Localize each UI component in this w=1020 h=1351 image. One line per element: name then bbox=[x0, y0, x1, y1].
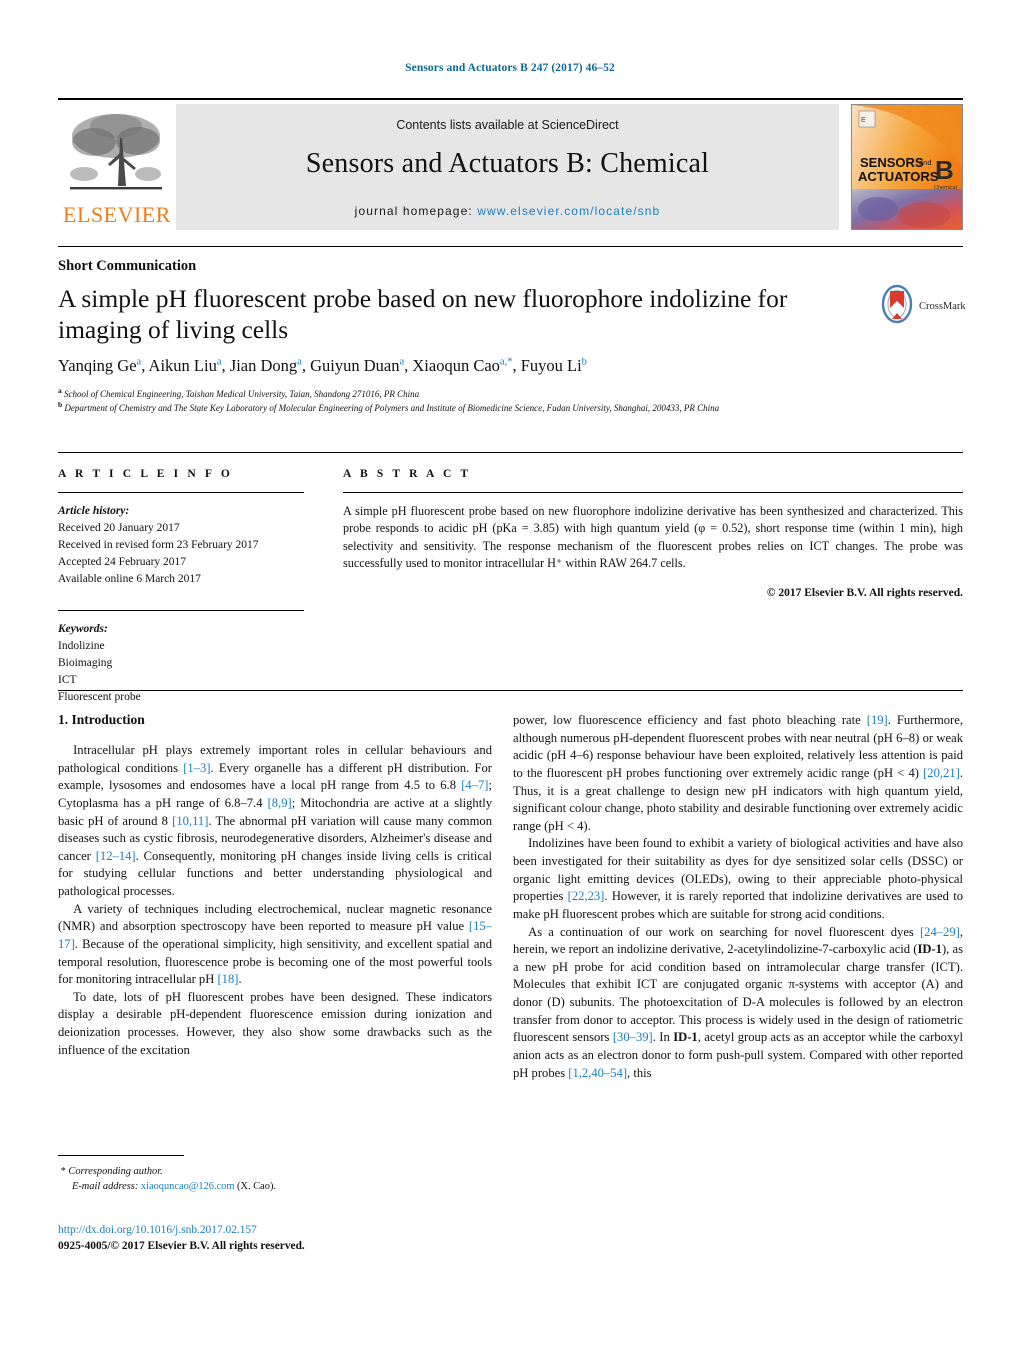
section-heading-introduction: 1. Introduction bbox=[58, 712, 145, 727]
corresponding-marker: * bbox=[60, 1166, 66, 1177]
abstract-rule bbox=[343, 492, 963, 493]
crossmark-label: CrossMark bbox=[919, 300, 966, 312]
email-label: E-mail address: bbox=[72, 1181, 139, 1193]
paragraph: Intracellular pH plays extremely importa… bbox=[58, 743, 493, 898]
contents-available-line: Contents lists available at ScienceDirec… bbox=[176, 118, 839, 132]
page-title: A simple pH fluorescent probe based on n… bbox=[58, 284, 788, 345]
affiliation-a-text: School of Chemical Engineering, Taishan … bbox=[64, 389, 420, 399]
doi-footer: http://dx.doi.org/10.1016/j.snb.2017.02.… bbox=[58, 1222, 498, 1254]
paragraph: A variety of techniques including electr… bbox=[58, 901, 492, 987]
keyword-item: Bioimaging bbox=[58, 657, 113, 670]
article-type-label: Short Communication bbox=[58, 258, 197, 274]
abstract-text: A simple pH fluorescent probe based on n… bbox=[343, 504, 963, 571]
doi-link[interactable]: http://dx.doi.org/10.1016/j.snb.2017.02.… bbox=[58, 1222, 498, 1238]
homepage-prefix: journal homepage: bbox=[354, 204, 473, 218]
svg-text:and: and bbox=[919, 158, 932, 167]
svg-text:Chemical: Chemical bbox=[934, 185, 957, 191]
article-history-label: Article history: bbox=[58, 505, 130, 517]
crossmark-badge[interactable]: CrossMark bbox=[880, 280, 972, 332]
running-head: Sensors and Actuators B 247 (2017) 46–52 bbox=[405, 62, 615, 74]
journal-homepage-link[interactable]: www.elsevier.com/locate/snb bbox=[477, 204, 660, 218]
paper-page: Sensors and Actuators B 247 (2017) 46–52 bbox=[0, 0, 1020, 1351]
article-history-block: Article history: Received 20 January 201… bbox=[58, 503, 304, 588]
keywords-label: Keywords: bbox=[58, 623, 108, 636]
article-info-heading: A R T I C L E I N F O bbox=[58, 468, 233, 480]
journal-title: Sensors and Actuators B: Chemical bbox=[305, 148, 710, 179]
keyword-item: Indolizine bbox=[58, 640, 105, 653]
journal-homepage-line: journal homepage: www.elsevier.com/locat… bbox=[176, 204, 839, 218]
journal-masthead: ELSEVIER Contents lists available at Sci… bbox=[58, 98, 963, 230]
footnote-body: * Corresponding author. E-mail address: … bbox=[58, 1164, 492, 1195]
paragraph: As a continuation of our work on searchi… bbox=[513, 924, 964, 1080]
abstract-heading: A B S T R A C T bbox=[343, 468, 472, 480]
affiliation-a: a School of Chemical Engineering, Taisha… bbox=[58, 386, 420, 399]
sciencedirect-link[interactable]: ScienceDirect bbox=[542, 118, 619, 132]
paragraph: To date, lots of pH fluorescent probes h… bbox=[58, 989, 492, 1057]
abstract-copyright: © 2017 Elsevier B.V. All rights reserved… bbox=[766, 586, 963, 599]
body-top-rule bbox=[58, 690, 963, 691]
email-link[interactable]: xiaoquncao@126.com bbox=[141, 1181, 235, 1192]
svg-text:ACTUATORS: ACTUATORS bbox=[858, 169, 939, 184]
corresponding-author-footnote: * Corresponding author. E-mail address: … bbox=[58, 1155, 492, 1195]
issn-copyright-line: 0925-4005/© 2017 Elsevier B.V. All right… bbox=[58, 1240, 305, 1253]
affiliation-b-text: Department of Chemistry and The State Ke… bbox=[64, 402, 720, 413]
body-column-right: power, low fluorescence efficiency and f… bbox=[513, 712, 963, 1082]
corresponding-author-line: * Corresponding author. bbox=[58, 1164, 492, 1179]
info-abstract-top-rule bbox=[58, 452, 963, 453]
masthead-center-band: Contents lists available at ScienceDirec… bbox=[176, 104, 839, 230]
elsevier-logo: ELSEVIER bbox=[58, 104, 176, 230]
keywords-block: Keywords: Indolizine Bioimaging ICT Fluo… bbox=[58, 621, 304, 706]
history-item: Received 20 January 2017 bbox=[58, 522, 180, 535]
svg-text:B: B bbox=[935, 155, 954, 185]
paragraph: Indolizines have been found to exhibit a… bbox=[513, 836, 963, 921]
email-line: E-mail address: xiaoquncao@126.com (X. C… bbox=[58, 1179, 492, 1194]
history-item: Received in revised form 23 February 201… bbox=[58, 539, 259, 552]
affiliations: a School of Chemical Engineering, Taisha… bbox=[58, 386, 868, 415]
contents-prefix: Contents lists available at bbox=[396, 118, 542, 132]
footnote-rule bbox=[58, 1155, 184, 1156]
abstract-column: A B S T R A C T A simple pH fluorescent … bbox=[343, 468, 963, 599]
history-item: Accepted 24 February 2017 bbox=[58, 556, 187, 569]
svg-text:SENSORS: SENSORS bbox=[860, 155, 924, 170]
svg-text:E: E bbox=[861, 117, 866, 124]
elsevier-wordmark: ELSEVIER bbox=[63, 202, 171, 227]
elsevier-tree-icon bbox=[64, 108, 168, 200]
author-list: Yanqing Gea, Aikun Liua, Jian Donga, Gui… bbox=[58, 356, 587, 375]
keyword-item: ICT bbox=[58, 674, 77, 687]
masthead-bottom-rule bbox=[58, 246, 963, 247]
keywords-rule bbox=[58, 610, 304, 612]
email-suffix: (X. Cao). bbox=[237, 1181, 277, 1193]
history-item: Available online 6 March 2017 bbox=[58, 573, 201, 586]
journal-cover-thumbnail: E SENSORS and ACTUATORS B Chemical bbox=[851, 104, 963, 230]
corresponding-author-label: Corresponding author. bbox=[68, 1166, 163, 1177]
affiliation-b: b Department of Chemistry and The State … bbox=[58, 399, 720, 413]
article-info-column: A R T I C L E I N F O Article history: R… bbox=[58, 468, 304, 706]
crossmark-badge-icon bbox=[880, 284, 914, 329]
keyword-item: Fluorescent probe bbox=[58, 691, 141, 704]
body-column-left: 1. Introduction Intracellular pH plays e… bbox=[58, 712, 492, 1059]
article-info-rule bbox=[58, 492, 304, 493]
paragraph: power, low fluorescence efficiency and f… bbox=[513, 713, 963, 833]
